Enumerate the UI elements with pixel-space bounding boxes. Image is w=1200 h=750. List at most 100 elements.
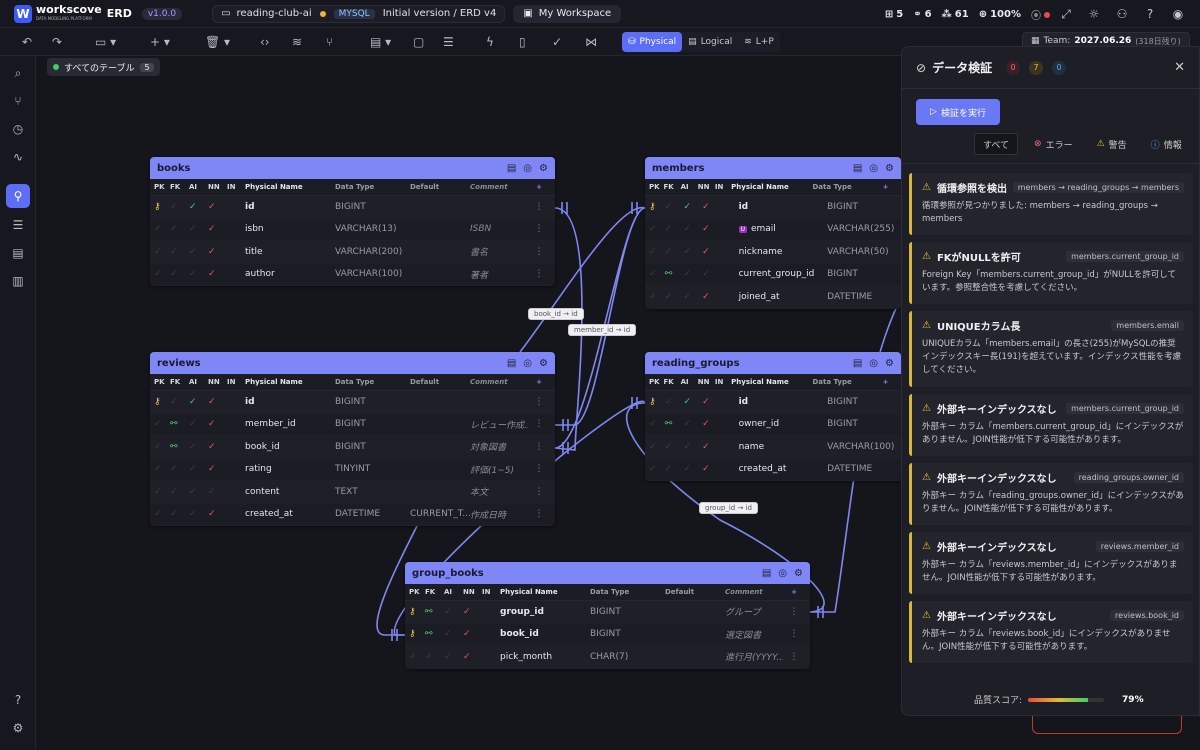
- add-column-icon[interactable]: +: [788, 588, 800, 596]
- foreign-key-icon[interactable]: ⚯: [170, 442, 189, 452]
- table-header[interactable]: reviews ▤ ◎ ⚙: [150, 352, 555, 374]
- target-icon[interactable]: ◎: [523, 358, 532, 369]
- primary-key-icon[interactable]: ⚷: [150, 397, 170, 407]
- check-icon[interactable]: ✓: [645, 247, 665, 257]
- column-type[interactable]: TINYINT: [335, 464, 410, 474]
- check-icon[interactable]: ✓: [702, 464, 721, 474]
- table-header[interactable]: reading_groups ▤ ◎ ⚙: [645, 352, 901, 374]
- check-icon[interactable]: ✓: [683, 247, 702, 257]
- primary-key-icon[interactable]: ⚷: [405, 607, 425, 617]
- column-name[interactable]: author: [245, 269, 335, 279]
- column-name[interactable]: Uemail: [738, 224, 828, 234]
- card-target-tag[interactable]: reviews.member_id: [1095, 541, 1184, 552]
- column-comment[interactable]: ISBN: [470, 224, 528, 234]
- row-menu-icon[interactable]: ⋮: [533, 247, 545, 257]
- add-column-icon[interactable]: +: [533, 183, 545, 191]
- column-type[interactable]: BIGINT: [827, 419, 901, 429]
- check-icon[interactable]: ✓: [208, 509, 227, 519]
- column-type[interactable]: BIGINT: [827, 269, 901, 279]
- foreign-key-icon[interactable]: ⚯: [170, 419, 189, 429]
- check-icon[interactable]: ✓: [683, 397, 702, 407]
- filter-warning[interactable]: ⚠ 警告: [1089, 133, 1135, 155]
- check-icon[interactable]: ✓: [189, 442, 208, 452]
- row-menu-icon[interactable]: ⋮: [533, 487, 545, 497]
- gear-icon[interactable]: ⚙: [885, 358, 894, 369]
- column-type[interactable]: BIGINT: [827, 202, 901, 212]
- table-filter-tab[interactable]: すべてのテーブル 5: [47, 58, 160, 76]
- table-row[interactable]: ✓ ✓ ✓ ✓ created_at DATETIME: [645, 459, 901, 481]
- column-name[interactable]: book_id: [245, 442, 335, 452]
- column-name[interactable]: title: [245, 247, 335, 257]
- column-type[interactable]: DATETIME: [335, 509, 410, 519]
- check-icon[interactable]: ✓: [645, 224, 665, 234]
- check-icon[interactable]: ✓: [170, 269, 189, 279]
- check-icon[interactable]: ✓: [208, 397, 227, 407]
- table-row[interactable]: ✓ ✓ ✓ ✓ pick_month CHAR(7) 進行月(YYYY... ⋮: [405, 646, 810, 669]
- column-comment[interactable]: 評価(1~5): [470, 463, 528, 476]
- check-icon[interactable]: ✓: [702, 442, 721, 452]
- column-type[interactable]: BIGINT: [827, 397, 901, 407]
- card-target-tag[interactable]: reviews.book_id: [1110, 610, 1184, 621]
- table-row[interactable]: ⚷ ✓ ✓ ✓ id BIGINT: [645, 196, 901, 219]
- check-icon[interactable]: ✓: [645, 442, 665, 452]
- column-type[interactable]: VARCHAR(13): [335, 224, 410, 234]
- check-icon[interactable]: ✓: [645, 464, 665, 474]
- check-icon[interactable]: ✓: [683, 419, 702, 429]
- check-icon[interactable]: ✓: [189, 464, 208, 474]
- check-icon[interactable]: ✓: [665, 202, 684, 212]
- check-icon[interactable]: ✓: [645, 419, 665, 429]
- table-row[interactable]: ✓ ✓ ✓ ✓ content TEXT 本文 ⋮: [150, 481, 555, 504]
- check-icon[interactable]: ✓: [150, 487, 170, 497]
- primary-key-icon[interactable]: ⚷: [645, 202, 665, 212]
- column-comment[interactable]: 作成日時: [470, 508, 528, 521]
- check-icon[interactable]: ✓: [170, 202, 189, 212]
- column-name[interactable]: owner_id: [739, 419, 828, 429]
- foreign-key-icon[interactable]: ⚯: [665, 419, 684, 429]
- primary-key-icon[interactable]: ⚷: [150, 202, 170, 212]
- check-icon[interactable]: ✓: [702, 292, 721, 302]
- column-name[interactable]: content: [245, 487, 335, 497]
- card-target-tag[interactable]: members.current_group_id: [1066, 403, 1184, 414]
- column-type[interactable]: VARCHAR(100): [335, 269, 410, 279]
- column-comment[interactable]: 書名: [470, 245, 528, 258]
- column-comment[interactable]: グループ: [725, 605, 783, 618]
- check-icon[interactable]: ✓: [702, 224, 721, 234]
- check-icon[interactable]: ✓: [170, 224, 189, 234]
- check-icon[interactable]: ✓: [683, 202, 702, 212]
- document-icon[interactable]: ▤: [853, 358, 862, 369]
- row-menu-icon[interactable]: ⋮: [533, 202, 545, 212]
- check-icon[interactable]: ✓: [444, 629, 463, 639]
- table-row[interactable]: ✓ ⚯ ✓ ✓ member_id BIGINT レビュー作成... ⋮: [150, 414, 555, 436]
- check-icon[interactable]: ✓: [405, 652, 425, 662]
- check-icon[interactable]: ✓: [444, 652, 463, 662]
- document-icon[interactable]: ▤: [762, 568, 771, 579]
- column-name[interactable]: rating: [245, 464, 335, 474]
- table-row[interactable]: ✓ ✓ ✓ ✓ author VARCHAR(100) 著者 ⋮: [150, 264, 555, 286]
- column-name[interactable]: current_group_id: [739, 269, 828, 279]
- check-icon[interactable]: ✓: [702, 397, 721, 407]
- primary-key-icon[interactable]: ⚷: [405, 629, 425, 639]
- column-name[interactable]: joined_at: [739, 292, 828, 302]
- close-icon[interactable]: ✕: [1174, 60, 1185, 75]
- target-icon[interactable]: ◎: [869, 163, 878, 174]
- column-comment[interactable]: 対象図書: [470, 440, 528, 453]
- check-icon[interactable]: ✓: [150, 269, 170, 279]
- check-icon[interactable]: ✓: [150, 224, 170, 234]
- relation-label[interactable]: member_id → id: [568, 324, 637, 336]
- column-name[interactable]: group_id: [500, 607, 590, 617]
- column-name[interactable]: id: [739, 202, 828, 212]
- column-type[interactable]: BIGINT: [590, 607, 665, 617]
- table-row[interactable]: ✓ ⚯ ✓ ✓ current_group_id BIGINT: [645, 264, 901, 286]
- row-menu-icon[interactable]: ⋮: [533, 269, 545, 279]
- check-icon[interactable]: ✓: [189, 224, 208, 234]
- check-icon[interactable]: ✓: [208, 419, 227, 429]
- check-icon[interactable]: ✓: [683, 442, 702, 452]
- table-header[interactable]: members ▤ ◎ ⚙: [645, 157, 901, 179]
- check-icon[interactable]: ✓: [702, 247, 721, 257]
- column-name[interactable]: id: [739, 397, 828, 407]
- document-icon[interactable]: ▤: [507, 358, 516, 369]
- column-type[interactable]: BIGINT: [335, 442, 410, 452]
- table-books[interactable]: books ▤ ◎ ⚙ PK FK AI NN IN Physical Name Data Type…: [150, 157, 555, 286]
- row-menu-icon[interactable]: ⋮: [533, 419, 545, 429]
- row-menu-icon[interactable]: ⋮: [533, 509, 545, 519]
